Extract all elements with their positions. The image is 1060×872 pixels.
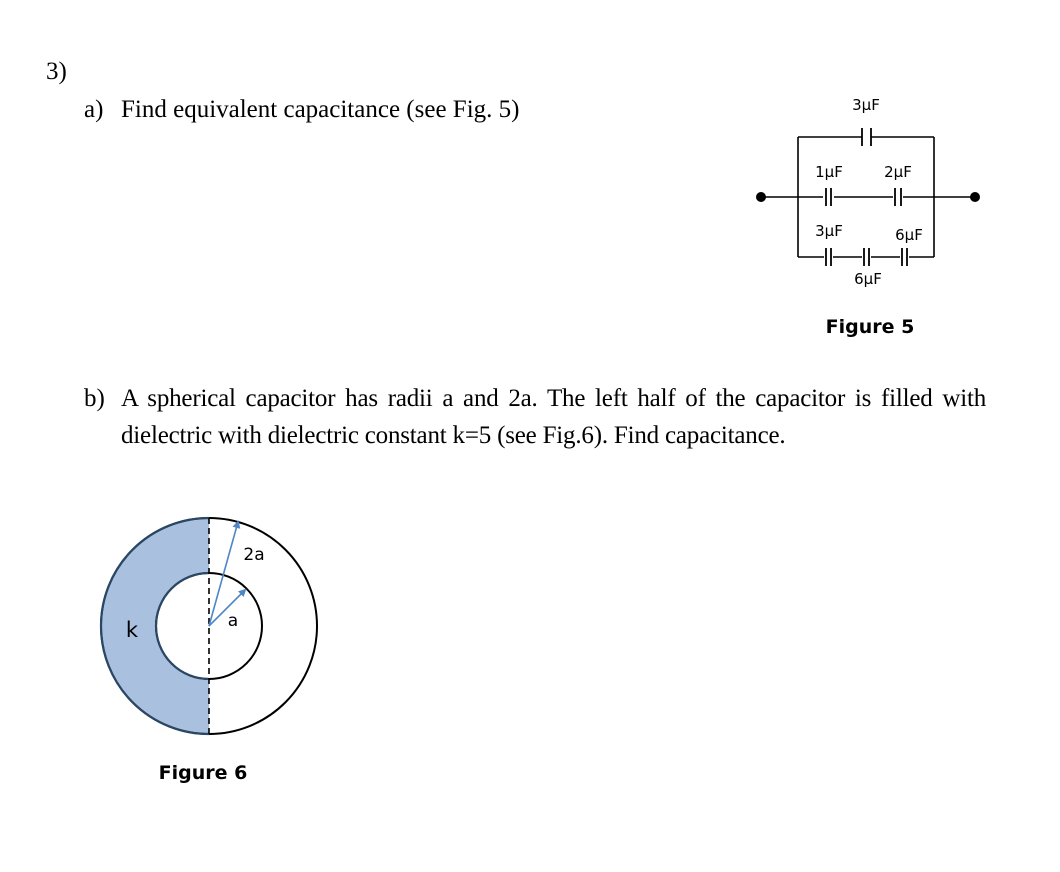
capacitor-middle-right (894, 188, 902, 206)
capacitor-middle-left (825, 188, 832, 206)
figures-canvas: 3μF 1μF 2μF 3μF 6μF 6μF Figure 5 k 2a a … (99, 96, 980, 784)
figure-5-circuit (761, 136, 975, 258)
label-bottom-left-cap: 3μF (815, 222, 843, 240)
terminal-left (756, 192, 766, 202)
capacitor-bottom-right (901, 248, 908, 266)
capacitor-top (861, 128, 872, 146)
outer-radius-label: 2a (243, 545, 264, 565)
capacitor-bottom-left (825, 248, 832, 266)
inner-radius-label: a (228, 611, 238, 631)
terminal-right (970, 192, 980, 202)
figure-6-caption: Figure 6 (159, 762, 248, 784)
label-top-cap: 3μF (852, 96, 880, 114)
label-middle-right-cap: 2μF (884, 163, 912, 181)
label-bottom-right-cap: 6μF (895, 226, 923, 244)
capacitor-bottom-middle (863, 248, 870, 266)
label-bottom-middle-cap: 6μF (854, 270, 882, 288)
figure-5-caption: Figure 5 (826, 316, 915, 338)
label-middle-left-cap: 1μF (815, 163, 843, 181)
dielectric-label: k (126, 618, 139, 642)
